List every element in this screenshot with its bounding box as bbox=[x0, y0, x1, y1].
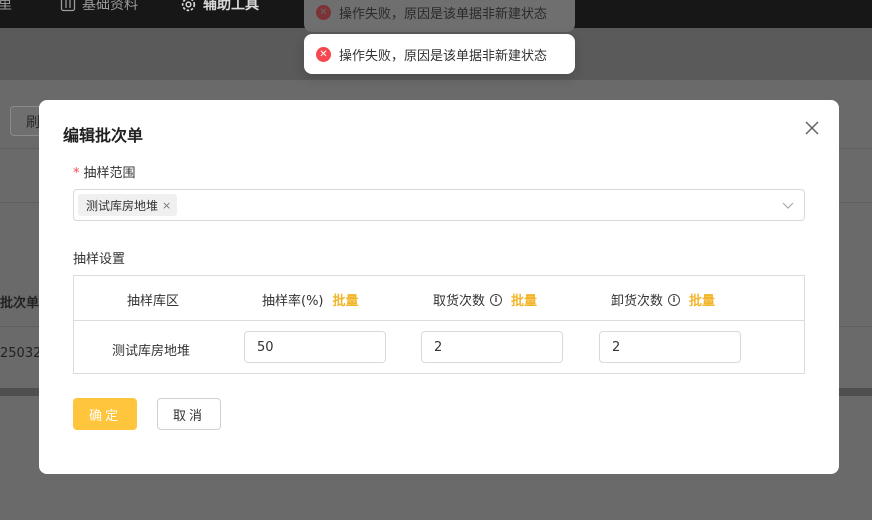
sampling-settings-table: 抽样库区 抽样率(%) 批量 取货次数 i 批量 卸货次数 i 批量 测试库房地… bbox=[73, 275, 805, 374]
dialog-title: 编辑批次单 bbox=[63, 126, 144, 145]
error-icon: ✕ bbox=[316, 4, 331, 20]
table-header-fragment: 批次单 bbox=[0, 296, 40, 311]
edit-batch-dialog: 编辑批次单 * 抽样范围 测试库房地堆 × 抽样设置 抽样库区 抽样率(%) 批量… bbox=[39, 100, 839, 474]
error-toast-fading: ✕ 操作失败，原因是该单据非新建状态 bbox=[304, 0, 575, 32]
tag-close-icon[interactable]: × bbox=[162, 199, 171, 212]
gear-icon bbox=[181, 0, 196, 11]
sampling-range-select[interactable]: 测试库房地堆 × bbox=[73, 189, 805, 221]
batch-unload-link[interactable]: 批量 bbox=[689, 290, 715, 309]
selected-tag: 测试库房地堆 × bbox=[78, 194, 178, 216]
confirm-button[interactable]: 确定 bbox=[73, 398, 137, 430]
nav-item-basic-data[interactable]: 基础资料 bbox=[60, 0, 138, 14]
info-icon[interactable]: i bbox=[668, 293, 681, 306]
row-area-cell: 测试库房地堆 bbox=[112, 344, 191, 359]
error-icon: ✕ bbox=[316, 46, 331, 62]
error-toast: ✕ 操作失败，原因是该单据非新建状态 bbox=[304, 34, 575, 74]
sampling-range-label: * 抽样范围 bbox=[73, 166, 136, 181]
nav-item-tools[interactable]: 辅助工具 bbox=[180, 0, 259, 14]
batch-pick-link[interactable]: 批量 bbox=[511, 290, 537, 309]
unload-count-input[interactable] bbox=[599, 331, 741, 363]
sliders-icon bbox=[60, 0, 76, 12]
cancel-button[interactable]: 取消 bbox=[157, 398, 221, 430]
column-header-unload: 卸货次数 i 批量 bbox=[611, 290, 715, 309]
sampling-settings-label: 抽样设置 bbox=[73, 252, 126, 267]
nav-item-partial[interactable]: 里 bbox=[0, 0, 12, 14]
sampling-rate-input[interactable] bbox=[244, 331, 386, 363]
required-mark: * bbox=[73, 166, 80, 181]
info-icon[interactable]: i bbox=[490, 293, 503, 306]
column-header-rate: 抽样率(%) 批量 bbox=[262, 290, 359, 309]
table-divider bbox=[74, 320, 804, 321]
column-header-pick: 取货次数 i 批量 bbox=[433, 290, 537, 309]
close-icon[interactable] bbox=[802, 118, 822, 138]
pick-count-input[interactable] bbox=[421, 331, 563, 363]
column-header-area: 抽样库区 bbox=[127, 294, 180, 309]
batch-rate-link[interactable]: 批量 bbox=[333, 290, 359, 309]
chevron-down-icon bbox=[782, 202, 794, 209]
